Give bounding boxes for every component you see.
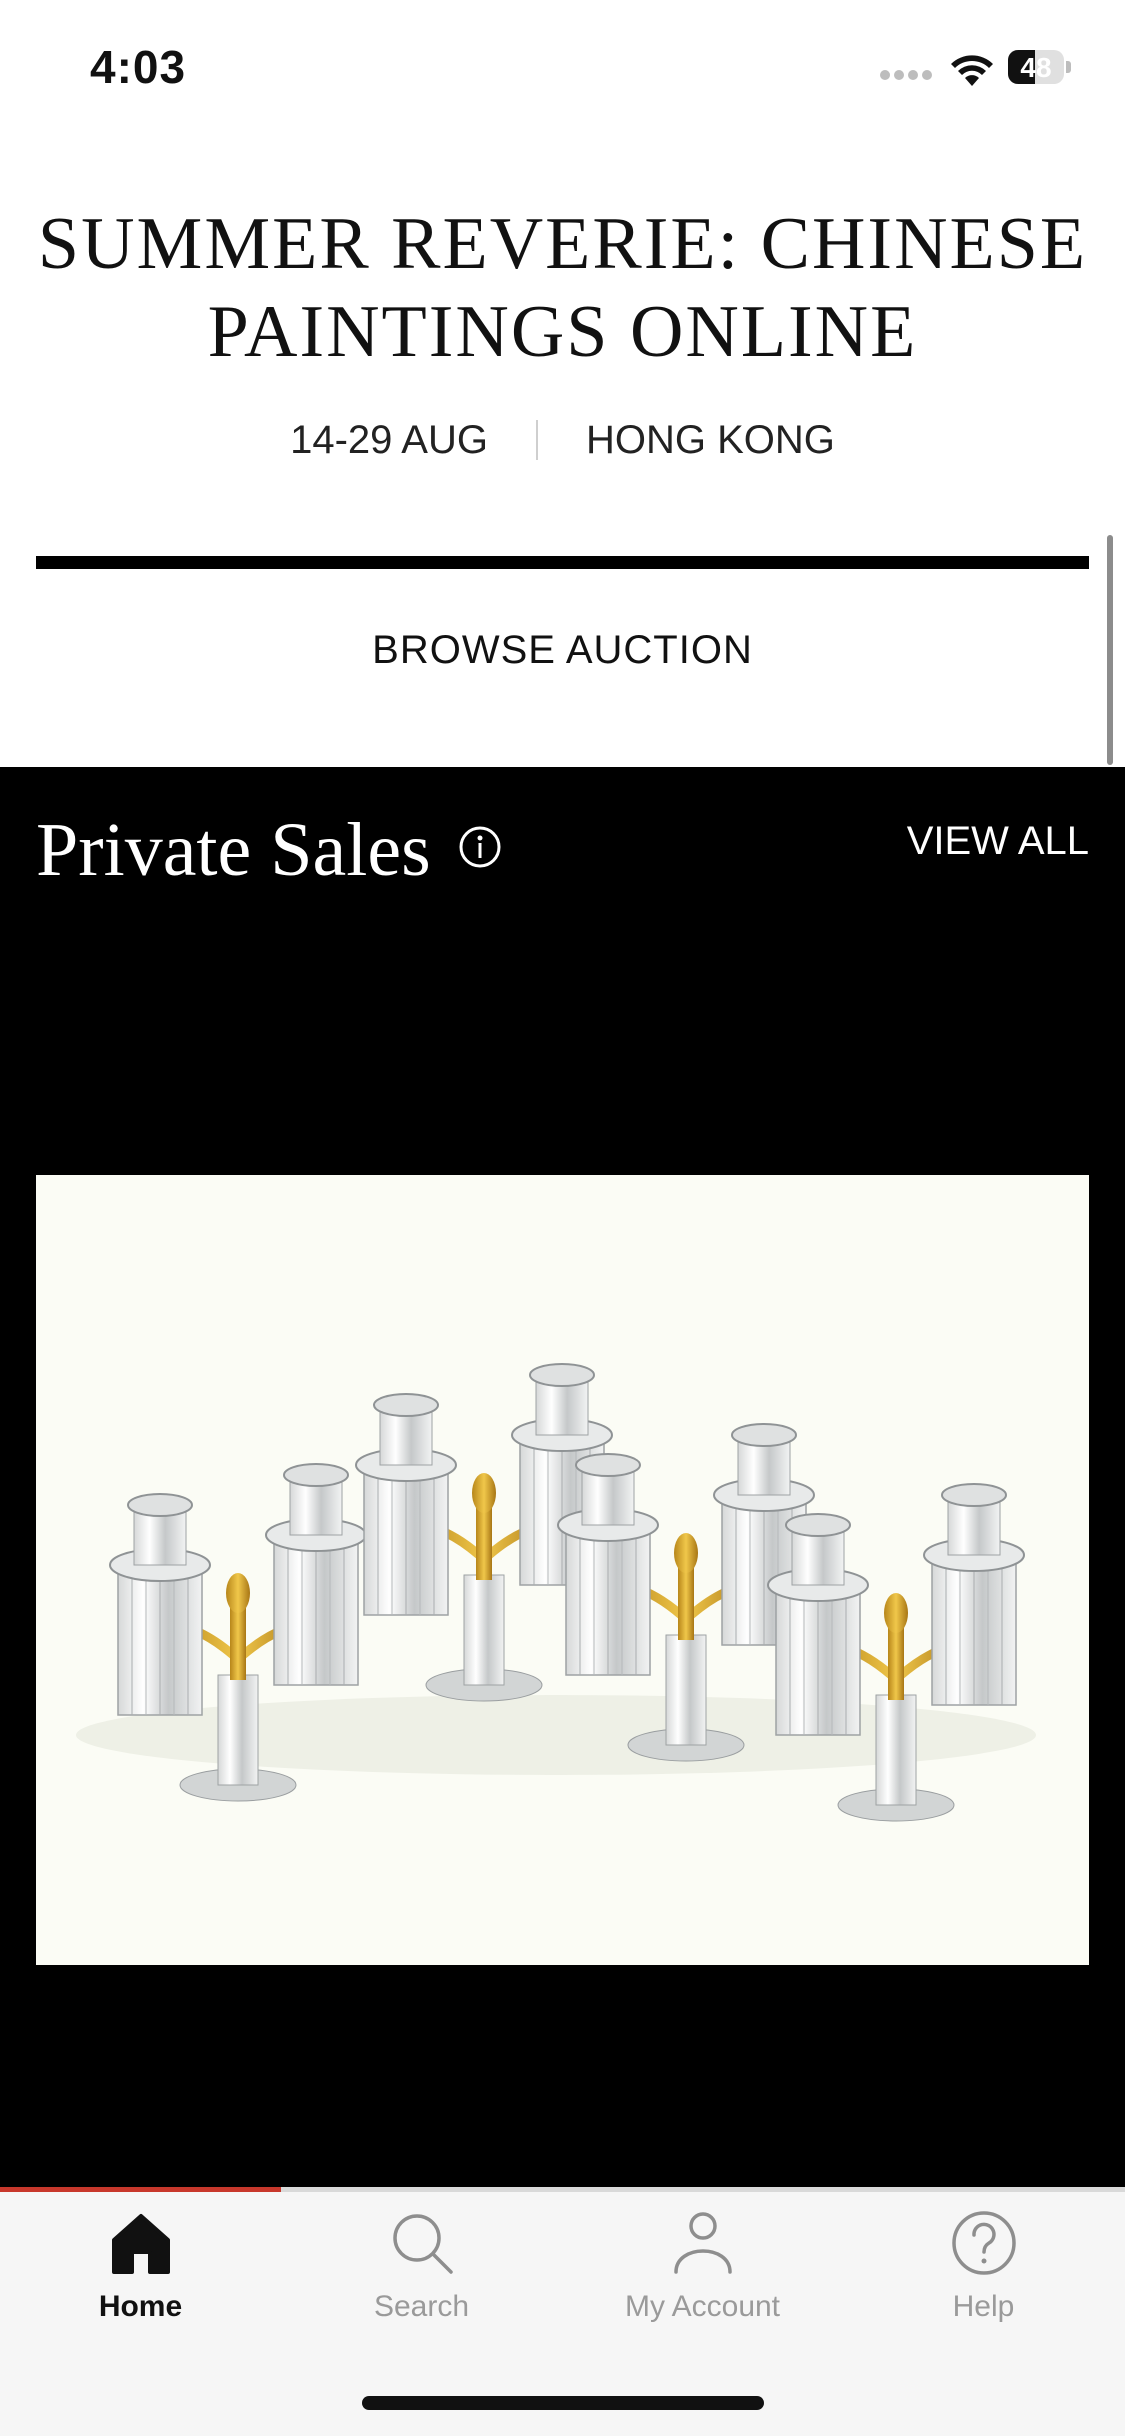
view-all-link[interactable]: VIEW ALL [907,819,1089,864]
tab-search[interactable]: Search [281,2210,562,2360]
cellular-signal-icon [880,70,936,84]
search-icon [392,2214,453,2274]
private-sale-image[interactable] [36,1175,1089,1965]
home-icon [111,2214,170,2274]
candelabra-illustration [76,1175,1036,1965]
private-sales-title: Private Sales [36,808,431,892]
auction-dates: 14-29 AUG [290,417,488,462]
home-indicator[interactable] [362,2396,764,2410]
browse-auction-button[interactable]: BROWSE AUCTION [36,600,1089,700]
tab-label-home: Home [98,2290,183,2323]
account-icon [673,2212,732,2274]
meta-divider [535,420,538,460]
tab-label-search: Search [373,2290,470,2323]
status-time: 4:03 [90,41,187,93]
battery-icon: 48 [1008,50,1072,86]
info-icon[interactable] [458,825,502,869]
status-bar: 4:03 48 [0,0,1125,140]
battery-level: 48 [1020,52,1052,83]
tab-label-help: Help [952,2290,1015,2323]
tab-label-my-account: My Account [624,2290,781,2323]
auction-meta: 14-29 AUG HONG KONG [0,410,1125,470]
tab-home[interactable]: Home [0,2210,281,2360]
tab-my-account[interactable]: My Account [562,2210,843,2360]
auction-title: SUMMER REVERIE: CHINESE PAINTINGS ONLINE [37,203,1088,373]
auction-location: HONG KONG [585,417,835,462]
scrollbar[interactable] [1107,535,1113,765]
help-icon [951,2211,1016,2275]
section-divider [36,556,1089,569]
wifi-icon [951,55,993,86]
private-sales-section: Private Sales VIEW ALL [0,767,1125,2187]
tab-help[interactable]: Help [843,2210,1124,2360]
